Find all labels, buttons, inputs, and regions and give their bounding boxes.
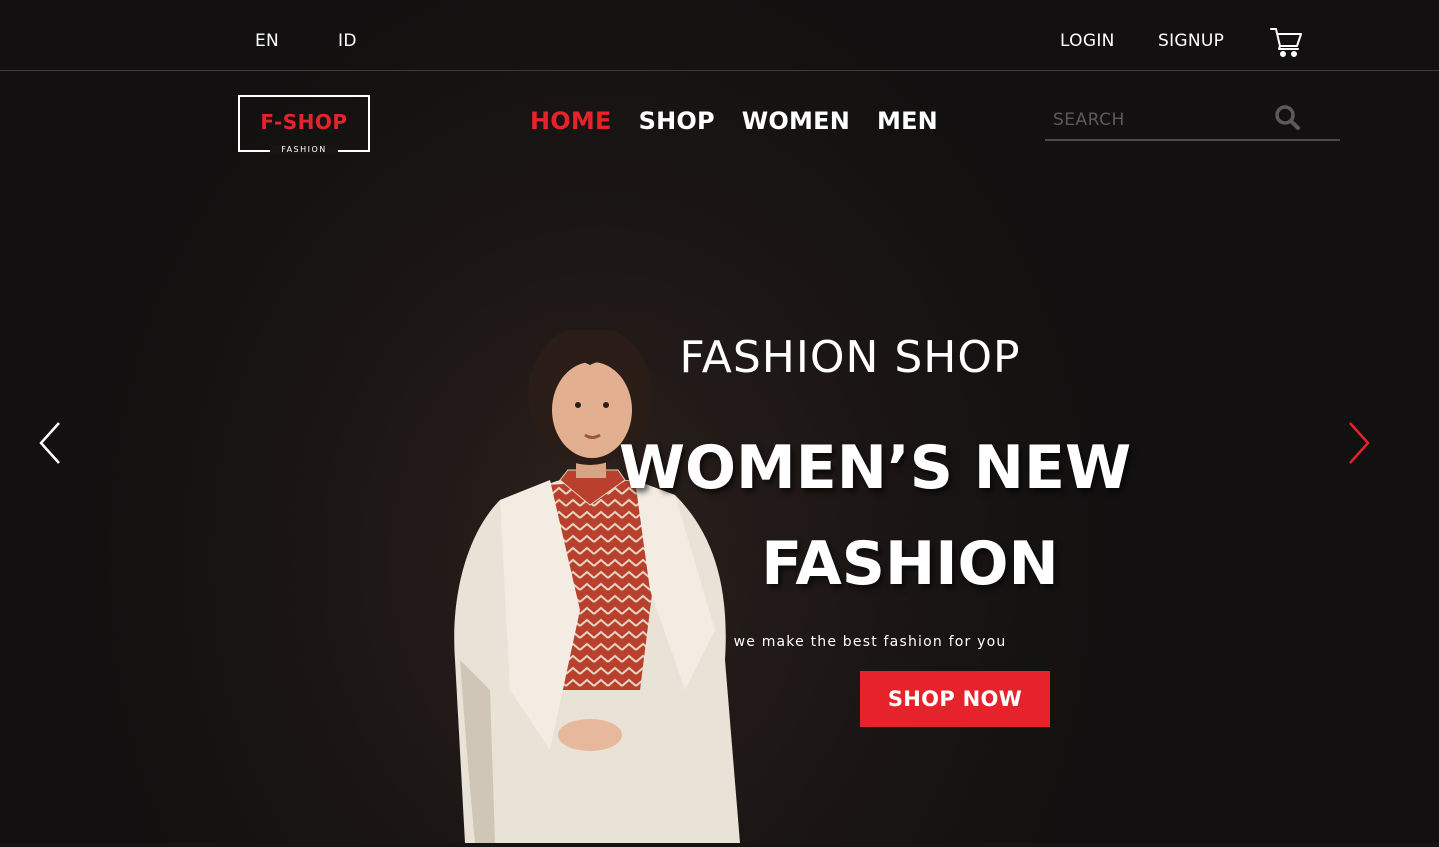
chevron-right-icon[interactable] bbox=[1346, 420, 1372, 466]
login-link[interactable]: LOGIN bbox=[1060, 31, 1115, 51]
hero-headline-line2: FASHION bbox=[761, 529, 1059, 599]
nav-women[interactable]: WOMEN bbox=[742, 107, 850, 135]
language-en[interactable]: EN bbox=[255, 31, 279, 51]
logo[interactable]: F-SHOP FASHION bbox=[238, 95, 370, 154]
nav-home[interactable]: HOME bbox=[530, 107, 612, 135]
hero-title: FASHION SHOP bbox=[679, 332, 1021, 383]
chevron-left-icon[interactable] bbox=[37, 420, 63, 466]
cart-icon[interactable] bbox=[1270, 26, 1304, 58]
hero-headline-line1: WOMEN’S NEW bbox=[618, 433, 1132, 503]
hero-headline: WOMEN’S NEW FASHION bbox=[600, 420, 1150, 612]
shop-now-button[interactable]: SHOP NOW bbox=[860, 671, 1050, 727]
signup-link[interactable]: SIGNUP bbox=[1158, 31, 1224, 51]
search-icon[interactable] bbox=[1274, 104, 1302, 132]
search-bar bbox=[1045, 96, 1340, 141]
logo-name: F-SHOP bbox=[260, 110, 348, 134]
nav-shop[interactable]: SHOP bbox=[639, 107, 715, 135]
main-nav: HOME SHOP WOMEN MEN bbox=[530, 107, 965, 135]
nav-men[interactable]: MEN bbox=[877, 107, 938, 135]
logo-tagline: FASHION bbox=[270, 145, 338, 154]
language-id[interactable]: ID bbox=[338, 31, 357, 51]
search-input[interactable] bbox=[1051, 106, 1275, 134]
hero-subtitle: we make the best fashion for you bbox=[733, 634, 1007, 650]
top-bar: EN ID LOGIN SIGNUP bbox=[0, 0, 1439, 71]
